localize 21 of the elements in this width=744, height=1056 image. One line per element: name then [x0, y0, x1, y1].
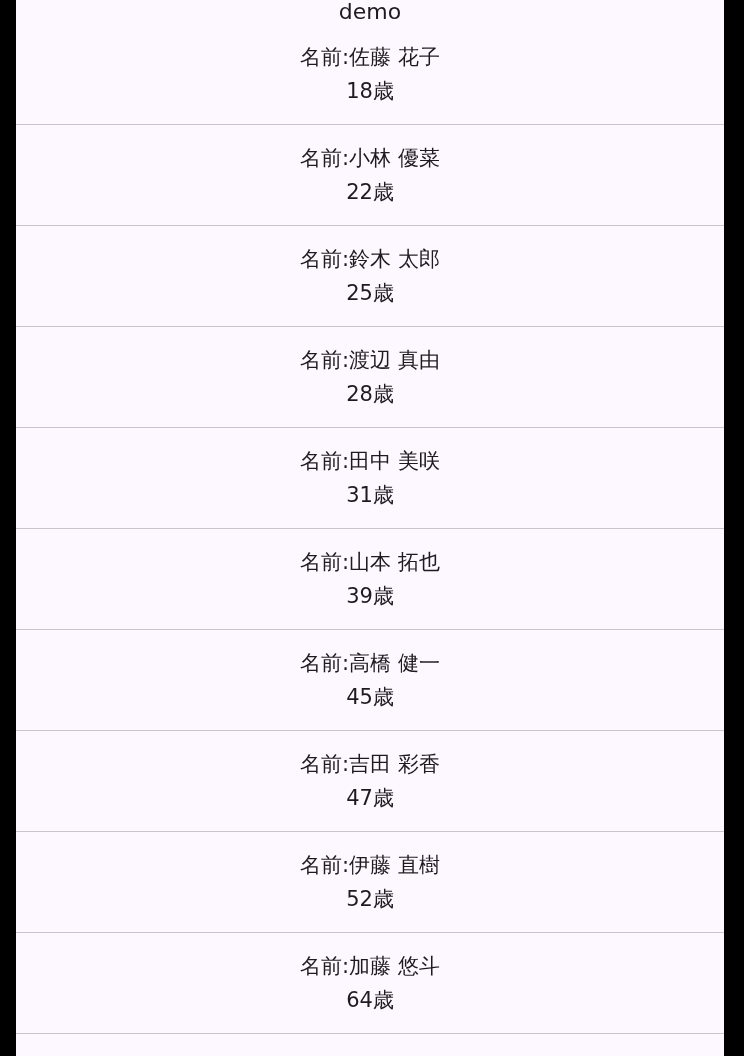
- person-name: 名前:吉田 彩香: [300, 751, 440, 778]
- person-age: 45歳: [346, 684, 394, 711]
- person-age: 22歳: [346, 179, 394, 206]
- person-age: 18歳: [346, 78, 394, 105]
- person-age: 64歳: [346, 987, 394, 1014]
- person-name: 名前:鈴木 太郎: [300, 246, 440, 273]
- person-name: 名前:田中 美咲: [300, 448, 440, 475]
- person-name: 名前:佐藤 花子: [300, 44, 440, 71]
- person-name: 名前:伊藤 直樹: [300, 852, 440, 879]
- person-age: 52歳: [346, 886, 394, 913]
- person-name: 名前:加藤 悠斗: [300, 953, 440, 980]
- person-name: 名前:小林 優菜: [300, 145, 440, 172]
- person-name: 名前:渡辺 真由: [300, 347, 440, 374]
- person-name: 名前:高橋 健一: [300, 650, 440, 677]
- person-age: 31歳: [346, 482, 394, 509]
- person-age: 47歳: [346, 785, 394, 812]
- person-age: 25歳: [346, 280, 394, 307]
- app-title: demo: [338, 0, 402, 24]
- person-name: 名前:山本 拓也: [300, 549, 440, 576]
- person-age: 28歳: [346, 381, 394, 408]
- person-age: 39歳: [346, 583, 394, 610]
